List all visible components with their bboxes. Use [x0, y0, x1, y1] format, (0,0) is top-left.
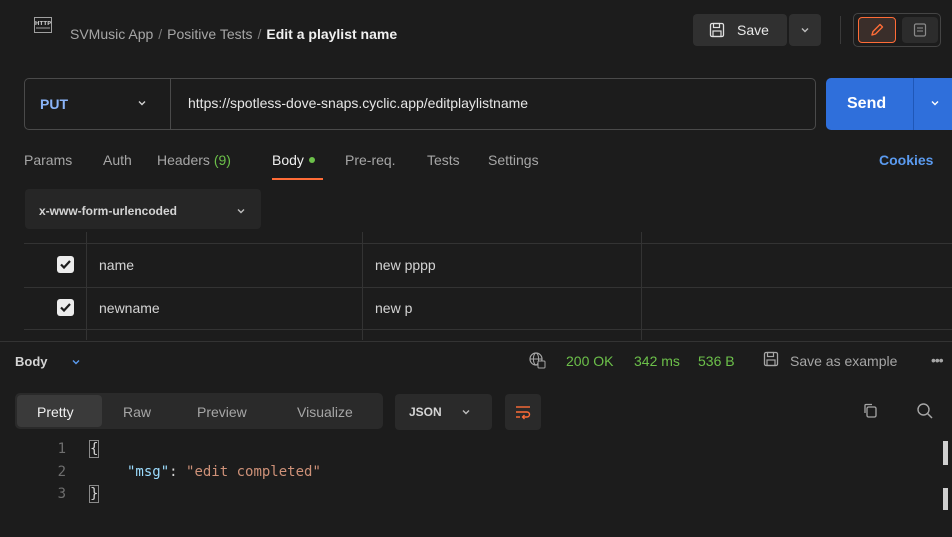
chevron-down-icon [237, 209, 245, 214]
tab-headers[interactable]: Headers (9) [157, 152, 231, 168]
json-colon: : [169, 464, 187, 480]
url-input[interactable]: https://spotless-dove-snaps.cyclic.app/e… [188, 95, 528, 111]
header-divider [840, 16, 841, 44]
headers-count: (9) [213, 152, 231, 168]
breadcrumb-separator: / [158, 26, 163, 42]
form-key[interactable]: name [99, 257, 134, 273]
chevron-down-icon[interactable] [136, 97, 148, 109]
breadcrumb-collection[interactable]: SVMusic App [70, 26, 153, 42]
tab-params[interactable]: Params [24, 152, 72, 168]
status-code[interactable]: 200 OK [566, 353, 613, 369]
search-icon[interactable] [916, 402, 934, 420]
send-button-label: Send [847, 95, 887, 112]
table-divider [24, 243, 952, 244]
line-number: 2 [57, 464, 66, 480]
chevron-down-icon[interactable] [929, 97, 941, 109]
method-select[interactable]: PUT [40, 96, 68, 112]
json-key: "msg" [127, 464, 170, 480]
tab-settings[interactable]: Settings [488, 152, 539, 168]
checkmark-icon [60, 303, 71, 313]
save-icon [763, 351, 779, 367]
code-line-1[interactable]: { [88, 440, 100, 458]
table-divider [24, 329, 952, 330]
code-line-2[interactable]: "msg": "edit completed" [127, 464, 321, 480]
chevron-down-icon [462, 410, 470, 415]
response-size[interactable]: 536 B [698, 353, 735, 369]
open-brace: { [88, 440, 100, 458]
response-format-label: JSON [409, 405, 442, 419]
tab-body[interactable]: Body [272, 152, 315, 168]
code-line-3[interactable]: } [88, 485, 100, 503]
chevron-down-icon [801, 28, 809, 33]
breadcrumb: SVMusic App / Positive Tests / Edit a playli… [70, 26, 397, 42]
http-icon: HTTP [34, 17, 52, 33]
breadcrumb-folder[interactable]: Positive Tests [167, 26, 252, 42]
form-key[interactable]: newname [99, 300, 160, 316]
more-options-icon[interactable]: ••• [931, 352, 944, 368]
request-title[interactable]: Edit a playlist name [266, 26, 397, 42]
body-indicator-dot [308, 157, 315, 164]
line-number: 1 [57, 441, 66, 457]
checkmark-icon [60, 260, 71, 270]
json-value: "edit completed" [186, 464, 321, 480]
save-button-label: Save [737, 22, 769, 38]
documentation-icon [913, 23, 927, 37]
tab-prereq[interactable]: Pre-req. [345, 152, 396, 168]
tab-visualize[interactable]: Visualize [297, 404, 353, 420]
send-divider [913, 78, 914, 130]
line-number: 3 [57, 486, 66, 502]
body-type-label: x-www-form-urlencoded [39, 204, 178, 218]
tab-preview[interactable]: Preview [197, 404, 247, 420]
cookies-link[interactable]: Cookies [879, 152, 933, 168]
breadcrumb-separator: / [257, 26, 262, 42]
response-time[interactable]: 342 ms [634, 353, 680, 369]
globe-network-icon[interactable] [528, 351, 546, 369]
form-value[interactable]: new pppp [375, 257, 436, 273]
svg-text:HTTP: HTTP [35, 21, 51, 27]
tab-auth[interactable]: Auth [103, 152, 132, 168]
table-column-divider [86, 232, 87, 340]
scrollbar-thumb[interactable] [943, 488, 948, 510]
form-value[interactable]: new p [375, 300, 412, 316]
copy-icon[interactable] [862, 402, 880, 420]
pencil-icon [871, 23, 884, 36]
tab-body-label: Body [272, 152, 304, 168]
url-divider [170, 79, 171, 129]
save-as-example-button[interactable]: Save as example [790, 353, 897, 369]
active-tab-underline [272, 178, 323, 180]
tab-pretty[interactable]: Pretty [37, 404, 74, 420]
table-column-divider [641, 232, 642, 340]
tab-tests[interactable]: Tests [427, 152, 460, 168]
response-body-label[interactable]: Body [15, 354, 48, 369]
response-divider[interactable] [0, 341, 952, 342]
close-brace: } [88, 485, 100, 503]
tab-headers-label: Headers [157, 152, 210, 168]
tab-raw[interactable]: Raw [123, 404, 151, 420]
table-divider [24, 287, 952, 288]
chevron-down-icon[interactable] [70, 356, 82, 368]
wrap-lines-icon [516, 406, 531, 420]
scrollbar-thumb[interactable] [943, 441, 948, 465]
form-data-table [24, 232, 952, 340]
save-icon [709, 22, 725, 38]
table-column-divider [362, 232, 363, 340]
